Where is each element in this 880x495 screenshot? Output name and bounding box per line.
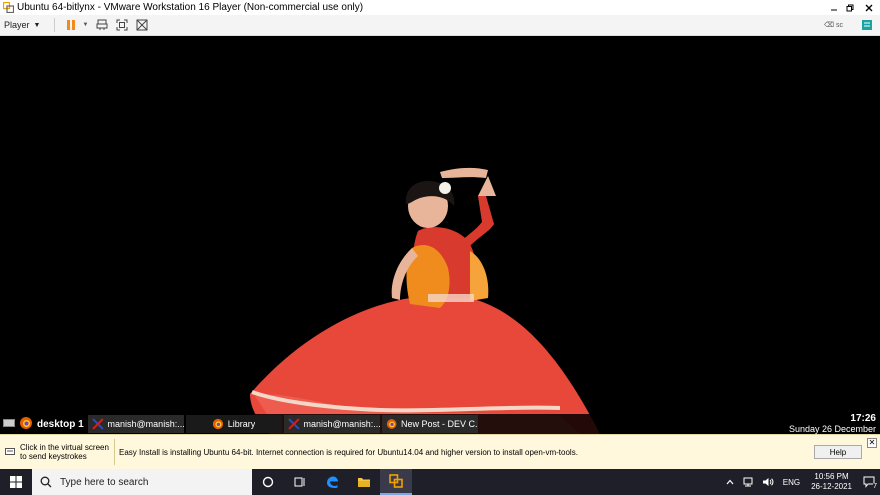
restore-button[interactable] (842, 0, 858, 15)
keyboard-icon (3, 419, 15, 427)
fullscreen-icon (116, 19, 128, 31)
vm-task-xterm-1[interactable]: manish@manish:... (87, 415, 184, 433)
vm-desktop-panel: desktop 1 manish@manish:... Library mani… (0, 414, 880, 434)
search-placeholder: Type here to search (60, 476, 149, 488)
chevron-down-icon: ▼ (33, 21, 41, 29)
infobar-close-button[interactable]: ✕ (867, 438, 877, 448)
start-button[interactable] (0, 469, 32, 495)
folder-icon (358, 478, 370, 487)
volume-button[interactable] (762, 477, 774, 487)
chevron-down-icon: ▼ (82, 22, 89, 28)
vm-clock-time: 17:26 (850, 413, 876, 424)
taskbar-date: 26-12-2021 (811, 482, 852, 491)
notification-count: 7 (873, 483, 877, 490)
vmware-icon (389, 474, 403, 488)
infobar-divider (114, 439, 115, 465)
minimize-button[interactable] (826, 0, 842, 15)
input-language[interactable]: ENG (783, 478, 800, 487)
close-button[interactable] (858, 0, 880, 15)
taskbar-clock[interactable]: 10:56 PM 26-12-2021 (811, 472, 852, 492)
file-explorer-app[interactable] (348, 469, 380, 495)
pause-icon (67, 20, 76, 30)
unity-button[interactable] (135, 18, 149, 32)
vmware-app-icon (3, 2, 14, 13)
chevron-up-icon (726, 479, 734, 485)
devices-icon (96, 19, 108, 30)
windows-taskbar: Type here to search ENG 10:56 PM 26-12-2… (0, 469, 880, 495)
vm-task-label: manish@manish:... (303, 419, 380, 429)
vm-show-desktop-button[interactable] (3, 418, 15, 430)
virtual-machine-screen[interactable] (0, 36, 880, 434)
player-menu[interactable]: Player ▼ (4, 20, 40, 30)
unity-icon (136, 19, 148, 31)
pause-button[interactable] (64, 18, 78, 32)
taskbar-time: 10:56 PM (814, 472, 849, 481)
window-title: Ubuntu 64-bitlynx - VMware Workstation 1… (17, 2, 364, 13)
close-icon (865, 4, 873, 11)
edge-app[interactable] (316, 469, 348, 495)
desktop-wallpaper (0, 36, 880, 434)
task-view-button[interactable] (284, 469, 316, 495)
system-tray: ENG 10:56 PM 26-12-2021 7 (722, 469, 880, 495)
edge-icon (327, 476, 338, 488)
vmware-info-bar: Click in the virtual screen to send keys… (0, 434, 880, 469)
desktop-label[interactable]: desktop 1 (37, 419, 84, 430)
install-message: Easy Install is installing Ubuntu 64-bit… (119, 447, 578, 457)
vm-task-library[interactable]: Library (185, 415, 282, 433)
firefox-icon (20, 417, 32, 429)
vm-tools-icon (862, 20, 872, 30)
keystroke-hint: Click in the virtual screen to send keys… (20, 443, 109, 461)
close-icon: ✕ (868, 438, 876, 447)
restore-icon (846, 4, 854, 11)
vm-task-label: Library (227, 419, 256, 429)
removable-devices-button[interactable] (95, 18, 109, 32)
taskbar-search-box[interactable]: Type here to search (32, 469, 252, 495)
toolbar-divider (54, 18, 56, 32)
keyboard-icon (5, 448, 15, 455)
vm-task-label: New Post - DEV C... (400, 419, 478, 429)
vmware-title-bar: Ubuntu 64-bitlynx - VMware Workstation 1… (0, 0, 880, 15)
volume-icon (762, 478, 774, 486)
action-center-button[interactable]: 7 (858, 469, 880, 495)
vm-clock-date: Sunday 26 December (788, 424, 876, 434)
xterm-icon (91, 418, 104, 430)
vmware-player-app[interactable] (380, 469, 412, 495)
vm-task-xterm-2[interactable]: manish@manish:... (283, 415, 380, 433)
firefox-icon (386, 419, 397, 429)
vm-clock[interactable]: 17:26 Sunday 26 December (776, 413, 876, 435)
power-menu-button[interactable]: ▼ (81, 18, 89, 32)
vm-task-firefox-devpost[interactable]: New Post - DEV C... (381, 415, 478, 433)
network-button[interactable] (742, 477, 754, 487)
cortana-icon (262, 476, 274, 488)
windows-logo-icon (10, 476, 22, 488)
xterm-icon (287, 418, 300, 430)
cortana-button[interactable] (252, 469, 284, 495)
network-icon (743, 477, 753, 487)
vm-tools-button[interactable] (860, 18, 874, 32)
show-hidden-icons-button[interactable] (726, 479, 734, 485)
search-icon (40, 476, 52, 488)
ctrl-alt-del-indicator[interactable]: ⌫ sc (824, 21, 843, 29)
vmware-toolbar: Player ▼ ▼ ⌫ sc (0, 15, 880, 36)
minimize-icon (831, 9, 837, 10)
player-menu-label: Player (4, 20, 30, 30)
help-button[interactable]: Help (814, 445, 862, 459)
vm-firefox-launcher[interactable] (19, 416, 33, 432)
vm-task-label: manish@manish:... (107, 419, 184, 429)
task-view-icon (294, 477, 305, 487)
fullscreen-button[interactable] (115, 18, 129, 32)
firefox-icon (212, 418, 223, 430)
